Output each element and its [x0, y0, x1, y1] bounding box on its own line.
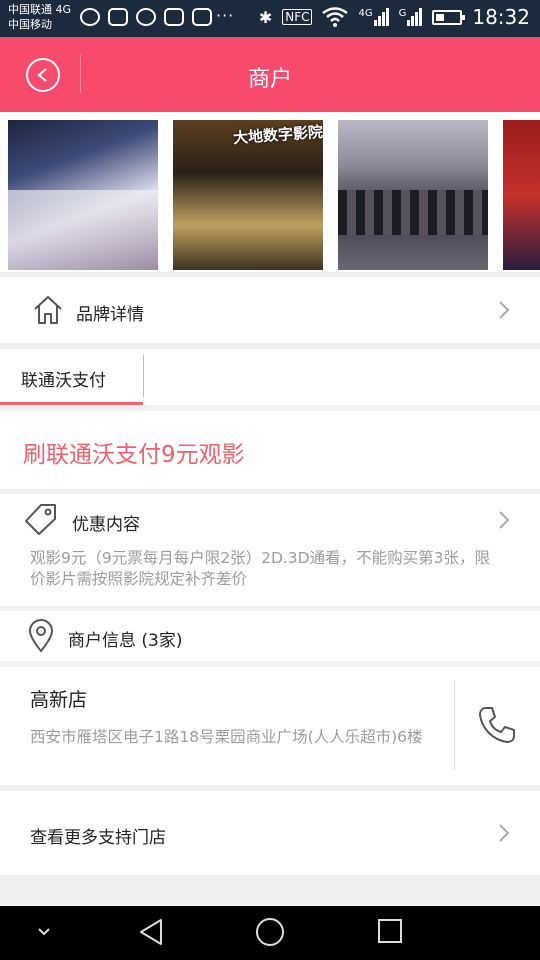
- carrier-line-1: 中国联通 4G: [8, 3, 72, 16]
- qq-icon-2: [136, 8, 156, 26]
- battery-icon: [432, 9, 466, 25]
- gallery-photo-3[interactable]: [338, 120, 488, 270]
- discount-section[interactable]: 优惠内容 观影9元（9元票每月每户限2张）2D.3D通看，不能购买第3张，限价影…: [0, 494, 540, 606]
- gallery-icon: [108, 8, 128, 26]
- bluetooth-icon: ✱: [258, 7, 273, 27]
- store-divider: [454, 680, 455, 770]
- chevron-right-icon: [499, 511, 510, 529]
- phone-icon[interactable]: [476, 704, 518, 746]
- clock: 18:32: [472, 5, 530, 29]
- gallery-photo-4[interactable]: [503, 120, 540, 270]
- promo-banner: 刷联通沃支付9元观影: [0, 411, 540, 489]
- home-icon: [34, 296, 62, 324]
- brand-details-row[interactable]: 品牌详情: [0, 277, 540, 343]
- tab-active-indicator: [0, 402, 143, 405]
- tab-label: 联通沃支付: [21, 371, 106, 391]
- recents-square-icon[interactable]: [376, 917, 404, 945]
- store-card[interactable]: 高新店 西安市雁塔区电子1路18号栗园商业广场(人人乐超市)6楼: [0, 667, 540, 785]
- chevron-right-icon: [499, 301, 510, 319]
- gallery-photo-2[interactable]: 大地数字影院: [173, 120, 323, 270]
- wifi-icon: [322, 7, 349, 27]
- app-icon: [164, 8, 184, 26]
- more-notifications-icon: ···: [216, 6, 235, 25]
- signal-g-icon: G: [399, 8, 423, 26]
- back-triangle-icon[interactable]: [137, 917, 165, 947]
- brand-details-label: 品牌详情: [76, 305, 144, 325]
- more-stores-row[interactable]: 查看更多支持门店: [0, 791, 540, 875]
- signal-4g-label: 4G: [358, 8, 373, 19]
- status-bar: 中国联通 4G 中国移动 ··· ✱ NFC 4G G 18:32: [0, 0, 540, 37]
- notification-icons: [80, 8, 212, 26]
- qq-icon: [80, 8, 100, 26]
- home-circle-icon[interactable]: [255, 917, 285, 947]
- store-address: 西安市雁塔区电子1路18号栗园商业广场(人人乐超市)6楼: [30, 728, 423, 746]
- page-title: 商户: [247, 67, 292, 92]
- system-icons: ✱ NFC 4G G 18:32: [259, 5, 530, 29]
- tag-icon: [25, 504, 56, 535]
- carrier-line-2: 中国移动: [8, 18, 52, 31]
- system-nav-bar: [0, 906, 540, 960]
- payment-tabs: 联通沃支付: [0, 349, 540, 405]
- merchant-info-row: 商户信息 (3家): [0, 611, 540, 661]
- store-name: 高新店: [30, 689, 88, 711]
- chevron-down-icon[interactable]: [36, 926, 52, 938]
- gallery-photo-1[interactable]: [8, 120, 158, 270]
- nfc-icon: NFC: [282, 9, 313, 25]
- carrier-info: 中国联通 4G 中国移动: [8, 2, 71, 32]
- more-stores-label: 查看更多支持门店: [30, 828, 166, 848]
- photo-gallery[interactable]: 大地数字影院: [0, 112, 540, 272]
- app-header: 商户: [0, 37, 540, 112]
- cinema-sign: 大地数字影院: [232, 122, 323, 148]
- tab-unicom-pay[interactable]: 联通沃支付: [0, 349, 143, 405]
- app-icon-2: [192, 8, 212, 26]
- discount-title: 优惠内容: [72, 515, 140, 535]
- promo-text: 刷联通沃支付9元观影: [23, 442, 245, 468]
- location-pin-icon: [28, 619, 54, 653]
- merchant-info-label: 商户信息 (3家): [68, 631, 183, 651]
- signal-4g-icon: 4G: [358, 8, 389, 26]
- discount-description: 观影9元（9元票每月每户限2张）2D.3D通看，不能购买第3张，限价影片需按照影…: [30, 549, 490, 588]
- tab-separator: [143, 355, 144, 397]
- signal-g-label: G: [398, 8, 407, 19]
- chevron-right-icon: [499, 824, 510, 842]
